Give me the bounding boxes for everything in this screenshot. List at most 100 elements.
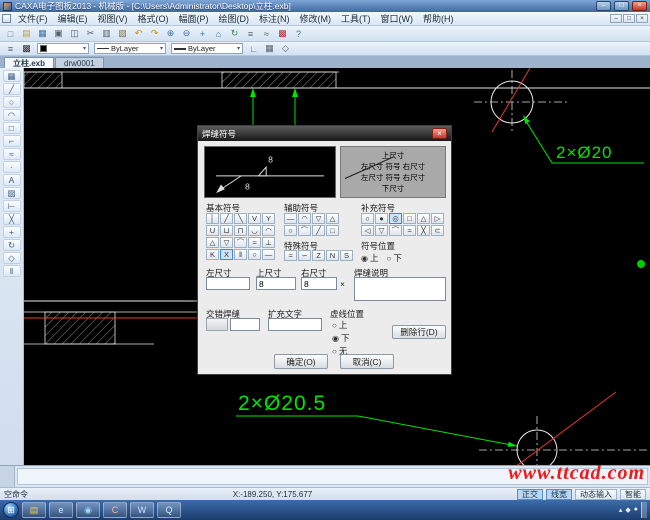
basic-symbol-button[interactable]: U	[206, 225, 219, 236]
menu-item[interactable]: 修改(M)	[295, 12, 337, 25]
open-icon[interactable]: ▤	[19, 27, 34, 40]
child-window-button[interactable]: □	[623, 14, 635, 23]
tray-network-icon[interactable]: ●	[634, 506, 638, 514]
mirror-icon[interactable]: ◇	[3, 252, 21, 264]
basic-symbol-button[interactable]: Y	[262, 213, 275, 224]
caxa-app[interactable]: C	[103, 502, 127, 518]
tray-up-icon[interactable]: ▴	[619, 506, 623, 514]
pan-icon[interactable]: +	[195, 27, 210, 40]
ext-text-input[interactable]	[268, 318, 322, 331]
status-toggle[interactable]: 正交	[517, 489, 543, 500]
move-icon[interactable]: +	[3, 226, 21, 238]
left-dim-input[interactable]	[206, 277, 250, 290]
color-swatch-icon[interactable]: ▩	[19, 43, 34, 55]
special-symbol-button[interactable]: S	[340, 250, 353, 261]
symbol-position-radio[interactable]: 下	[387, 252, 402, 264]
lineweight-combo[interactable]: ByLayer ▾	[171, 43, 243, 54]
tray-volume-icon[interactable]: ◆	[625, 506, 630, 514]
aux-symbol-button[interactable]: ◠	[298, 213, 311, 224]
basic-symbol-button[interactable]: ◡	[248, 225, 261, 236]
new-icon[interactable]: □	[3, 27, 18, 40]
menu-item[interactable]: 绘图(D)	[214, 12, 255, 25]
select-icon[interactable]: ▦	[3, 70, 21, 82]
aux-symbol-button[interactable]: ▽	[312, 213, 325, 224]
special-symbol-button[interactable]: ∽	[298, 250, 311, 261]
child-window-button[interactable]: ×	[636, 14, 648, 23]
aux-symbol-button[interactable]: ○	[284, 225, 297, 236]
undo-icon[interactable]: ↶	[131, 27, 146, 40]
layer-settings-icon[interactable]: ≡	[3, 43, 18, 55]
supp-symbol-button[interactable]: ⌒	[389, 225, 402, 236]
line-icon[interactable]: ╱	[3, 83, 21, 95]
zoom-out-icon[interactable]: ⊖	[179, 27, 194, 40]
explorer-app[interactable]: ▤	[22, 502, 46, 518]
polyline-icon[interactable]: ⌐	[3, 135, 21, 147]
zoom-fit-icon[interactable]: ⌂	[211, 27, 226, 40]
rect-icon[interactable]: □	[3, 122, 21, 134]
layer-combo[interactable]: ▾	[37, 43, 89, 54]
zoom-in-icon[interactable]: ⊕	[163, 27, 178, 40]
basic-symbol-button[interactable]: —	[262, 249, 275, 260]
dash-position-radio[interactable]: 上	[332, 319, 350, 331]
special-symbol-button[interactable]: N	[326, 250, 339, 261]
basic-symbol-button[interactable]: ⊔	[220, 225, 233, 236]
dimension-icon[interactable]: ⊢	[3, 200, 21, 212]
basic-symbol-button[interactable]: ⊓	[234, 225, 247, 236]
menu-item[interactable]: 帮助(H)	[418, 12, 459, 25]
grip-point[interactable]	[637, 260, 645, 268]
menu-item[interactable]: 幅面(P)	[174, 12, 214, 25]
minimize-button[interactable]: –	[596, 1, 611, 11]
close-button[interactable]: ×	[632, 1, 647, 11]
menu-item[interactable]: 标注(N)	[254, 12, 295, 25]
supp-symbol-button[interactable]: ◁	[361, 225, 374, 236]
print-icon[interactable]: ▣	[51, 27, 66, 40]
basic-symbol-button[interactable]: ╲	[234, 213, 247, 224]
basic-symbol-button[interactable]: ▽	[220, 237, 233, 248]
offset-icon[interactable]: ‖	[3, 265, 21, 277]
erase-icon[interactable]: ╳	[3, 213, 21, 225]
text-icon[interactable]: A	[3, 174, 21, 186]
dialog-titlebar[interactable]: 焊缝符号 ×	[198, 126, 451, 141]
basic-symbol-button[interactable]: ◠	[262, 225, 275, 236]
status-toggle[interactable]: 线宽	[546, 489, 572, 500]
ortho-icon[interactable]: ∟	[246, 43, 261, 55]
hatch-icon[interactable]: ▨	[3, 187, 21, 199]
special-symbol-button[interactable]: ≈	[284, 250, 297, 261]
menu-item[interactable]: 窗口(W)	[376, 12, 419, 25]
rotate-icon[interactable]: ↻	[3, 239, 21, 251]
symbol-position-radio[interactable]: 上	[361, 252, 379, 264]
right-dim-input[interactable]	[301, 277, 337, 290]
supp-symbol-button[interactable]: ╳	[417, 225, 430, 236]
qq-app[interactable]: Q	[157, 502, 181, 518]
circle-icon[interactable]: ○	[3, 96, 21, 108]
basic-symbol-button[interactable]: ⊥	[262, 237, 275, 248]
supp-symbol-button[interactable]: □	[403, 213, 416, 224]
linetype-icon[interactable]: ≈	[259, 27, 274, 40]
supp-symbol-button[interactable]: ◎	[389, 213, 402, 224]
point-icon[interactable]: ·	[3, 161, 21, 173]
stagger-button[interactable]	[206, 318, 228, 331]
menu-item[interactable]: 文件(F)	[13, 12, 53, 25]
redo-icon[interactable]: ↷	[147, 27, 162, 40]
supp-symbol-button[interactable]: ●	[375, 213, 388, 224]
supp-symbol-button[interactable]: ○	[361, 213, 374, 224]
basic-symbol-button[interactable]: ≈	[248, 237, 261, 248]
media-app[interactable]: ◉	[76, 502, 100, 518]
supp-symbol-button[interactable]: ≈	[403, 225, 416, 236]
status-toggle[interactable]: 动态输入	[575, 489, 617, 500]
color-icon[interactable]: ▩	[275, 27, 290, 40]
redraw-icon[interactable]: ↻	[227, 27, 242, 40]
osnap-icon[interactable]: ◇	[278, 43, 293, 55]
aux-symbol-button[interactable]: □	[326, 225, 339, 236]
child-window-button[interactable]: –	[610, 14, 622, 23]
tab-lizhu-exb[interactable]: 立柱.exb	[4, 57, 54, 68]
basic-symbol-button[interactable]: X	[220, 249, 233, 260]
menu-item[interactable]: 编辑(E)	[53, 12, 93, 25]
grid-icon[interactable]: ▦	[262, 43, 277, 55]
basic-symbol-button[interactable]: ‖	[234, 249, 247, 260]
help-icon[interactable]: ?	[291, 27, 306, 40]
cancel-button[interactable]: 取消(C)	[340, 354, 394, 369]
dialog-close-icon[interactable]: ×	[432, 128, 447, 139]
aux-symbol-button[interactable]: —	[284, 213, 297, 224]
basic-symbol-button[interactable]: ⌒	[234, 237, 247, 248]
